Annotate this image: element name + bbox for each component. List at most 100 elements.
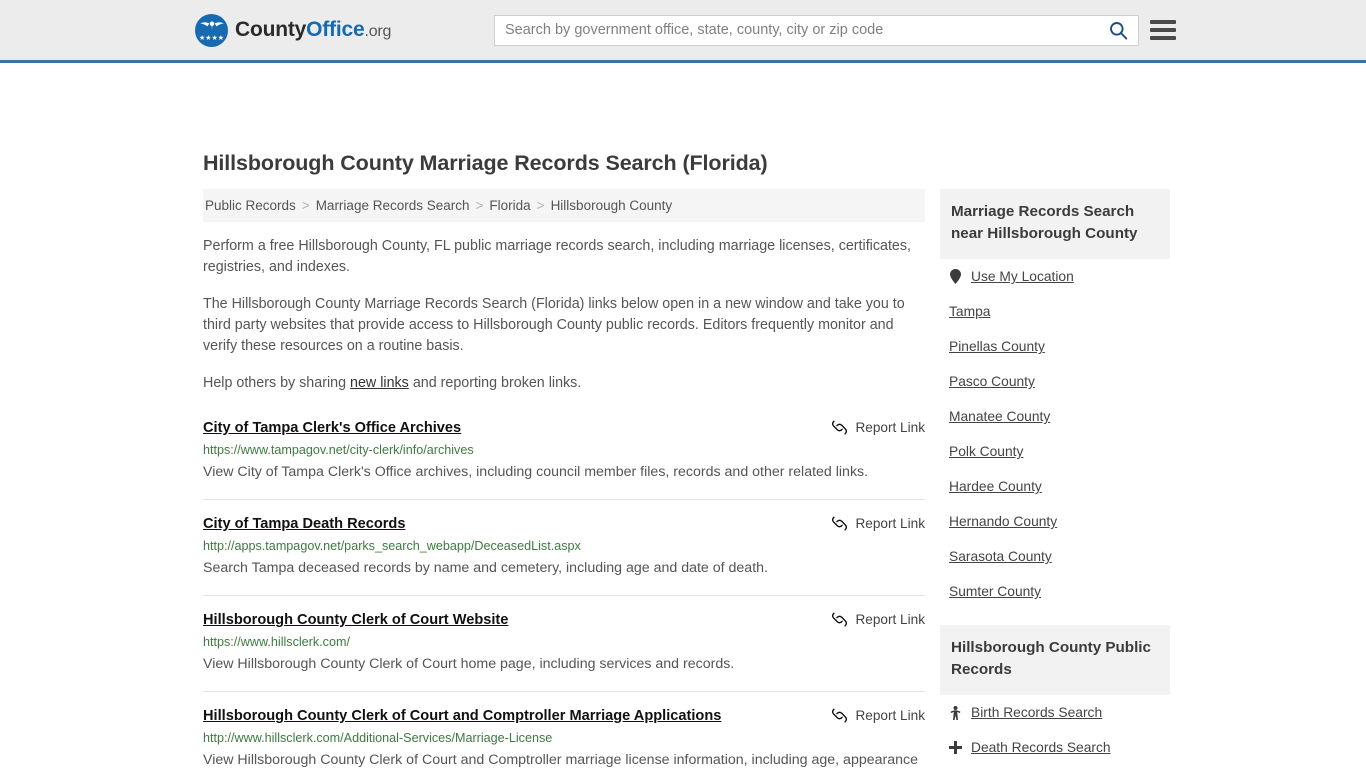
- result-header: Hillsborough County Clerk of Court and C…: [203, 706, 925, 726]
- sidebar-item-sumter-county[interactable]: Sumter County: [949, 584, 1170, 599]
- sidebar-panel-nearby: Marriage Records Search near Hillsboroug…: [940, 189, 1170, 603]
- sidebar-item-polk-county[interactable]: Polk County: [949, 444, 1170, 459]
- intro-paragraph-3: Help others by sharing new links and rep…: [203, 373, 925, 394]
- eagle-shield-logo-icon: ★★★★: [195, 13, 228, 47]
- sidebar-nearby-links: Use My Location Tampa Pinellas County Pa…: [940, 259, 1170, 603]
- logo-text-office: Office: [306, 18, 365, 41]
- sidebar-item-hernando-county[interactable]: Hernando County: [949, 514, 1170, 529]
- sidebar-item-label: Polk County: [949, 444, 1024, 459]
- main-content-column: Public Records > Marriage Records Search…: [203, 189, 925, 768]
- search-submit-button[interactable]: [1098, 16, 1138, 45]
- result-url: http://apps.tampagov.net/parks_search_we…: [203, 539, 581, 553]
- sidebar-item-label: Tampa: [949, 304, 991, 319]
- baby-icon: [949, 705, 962, 720]
- site-header: ★★★★ CountyOffice.org: [0, 0, 1366, 63]
- cross-plus-icon: [949, 741, 962, 754]
- sidebar-item-label: Death Records Search: [971, 740, 1111, 755]
- breadcrumb-item-public-records[interactable]: Public Records: [205, 198, 296, 213]
- sidebar-item-tampa[interactable]: Tampa: [949, 304, 1170, 319]
- result-item: City of Tampa Clerk's Office Archives Re…: [203, 416, 925, 500]
- intro-p3-prefix: Help others by sharing: [203, 375, 351, 391]
- sidebar-item-label: Manatee County: [949, 409, 1051, 424]
- results-list: City of Tampa Clerk's Office Archives Re…: [203, 416, 925, 768]
- sidebar-item-label: Sarasota County: [949, 549, 1052, 564]
- report-link-label: Report Link: [855, 420, 925, 435]
- sidebar-panel-nearby-title: Marriage Records Search near Hillsboroug…: [940, 189, 1170, 259]
- broken-link-icon: [832, 516, 848, 531]
- sidebar-panel-public-records: Hillsborough County Public Records Birth…: [940, 625, 1170, 768]
- breadcrumb-separator: >: [536, 198, 545, 213]
- result-description: View City of Tampa Clerk's Office archiv…: [203, 464, 869, 480]
- hamburger-bar: [1150, 36, 1176, 40]
- intro-paragraph-1: Perform a free Hillsborough County, FL p…: [203, 238, 911, 275]
- broken-link-icon: [832, 420, 848, 435]
- breadcrumb-item-florida[interactable]: Florida: [489, 198, 530, 213]
- search-bar: [494, 14, 1139, 46]
- result-header: City of Tampa Clerk's Office Archives Re…: [203, 418, 925, 438]
- sidebar-item-label: Use My Location: [971, 269, 1074, 284]
- sidebar-public-records-links: Birth Records Search Death Records Searc…: [940, 695, 1170, 768]
- map-pin-icon: [949, 269, 962, 284]
- result-description: View Hillsborough County Clerk of Court …: [203, 656, 735, 672]
- sidebar-item-label: Hardee County: [949, 479, 1042, 494]
- logo-text-county: County: [235, 18, 307, 41]
- report-link-label: Report Link: [855, 708, 925, 723]
- new-links-link[interactable]: new links: [350, 375, 409, 391]
- result-title-link[interactable]: City of Tampa Clerk's Office Archives: [203, 418, 461, 438]
- sidebar-item-hardee-county[interactable]: Hardee County: [949, 479, 1170, 494]
- sidebar-item-pinellas-county[interactable]: Pinellas County: [949, 339, 1170, 354]
- logo-wordmark: CountyOffice.org: [235, 18, 391, 42]
- site-logo[interactable]: ★★★★ CountyOffice.org: [195, 13, 391, 47]
- report-link-button[interactable]: Report Link: [831, 418, 925, 436]
- sidebar-item-use-my-location[interactable]: Use My Location: [949, 269, 1170, 284]
- sidebar-item-birth-records-search[interactable]: Birth Records Search: [949, 705, 1170, 720]
- result-title-link[interactable]: Hillsborough County Clerk of Court and C…: [203, 706, 721, 726]
- result-description: View Hillsborough County Clerk of Court …: [203, 752, 918, 768]
- breadcrumb: Public Records > Marriage Records Search…: [203, 189, 925, 222]
- report-link-button[interactable]: Report Link: [831, 706, 925, 724]
- report-link-button[interactable]: Report Link: [831, 514, 925, 532]
- search-icon: [1109, 21, 1127, 40]
- breadcrumb-separator: >: [301, 198, 310, 213]
- report-link-button[interactable]: Report Link: [831, 610, 925, 628]
- sidebar-panel-public-records-title: Hillsborough County Public Records: [940, 625, 1170, 695]
- sidebar-item-label: Birth Records Search: [971, 705, 1103, 720]
- hamburger-menu-icon[interactable]: [1150, 20, 1176, 40]
- hamburger-bar: [1150, 20, 1176, 24]
- page-title: Hillsborough County Marriage Records Sea…: [203, 151, 768, 175]
- intro-p3-suffix: and reporting broken links.: [408, 375, 582, 391]
- result-header: Hillsborough County Clerk of Court Websi…: [203, 610, 925, 630]
- report-link-label: Report Link: [855, 516, 925, 531]
- result-description: Search Tampa deceased records by name an…: [203, 560, 768, 576]
- result-url: https://www.tampagov.net/city-clerk/info…: [203, 443, 474, 457]
- sidebar-item-sarasota-county[interactable]: Sarasota County: [949, 549, 1170, 564]
- result-url: https://www.hillsclerk.com/: [203, 635, 350, 649]
- result-header: City of Tampa Death Records Report Link: [203, 514, 925, 534]
- hamburger-bar: [1150, 28, 1176, 32]
- breadcrumb-item-hillsborough-county: Hillsborough County: [550, 198, 673, 213]
- sidebar-item-pasco-county[interactable]: Pasco County: [949, 374, 1170, 389]
- result-item: Hillsborough County Clerk of Court and C…: [203, 706, 925, 768]
- intro-text: Perform a free Hillsborough County, FL p…: [203, 236, 925, 394]
- result-title-link[interactable]: City of Tampa Death Records: [203, 514, 405, 534]
- sidebar-item-death-records-search[interactable]: Death Records Search: [949, 740, 1170, 755]
- sidebar-item-label: Pasco County: [949, 374, 1035, 389]
- logo-text-org: .org: [364, 23, 392, 40]
- sidebar-item-label: Sumter County: [949, 584, 1042, 599]
- sidebar-item-manatee-county[interactable]: Manatee County: [949, 409, 1170, 424]
- search-input[interactable]: [495, 15, 1098, 45]
- sidebar-item-label: Hernando County: [949, 514, 1058, 529]
- result-url: http://www.hillsclerk.com/Additional-Ser…: [203, 731, 553, 745]
- sidebar: Marriage Records Search near Hillsboroug…: [940, 189, 1170, 768]
- breadcrumb-item-marriage-records-search[interactable]: Marriage Records Search: [316, 198, 470, 213]
- sidebar-item-label: Pinellas County: [949, 339, 1045, 354]
- intro-paragraph-2: The Hillsborough County Marriage Records…: [203, 296, 905, 354]
- eagle-wings-shape: [199, 21, 224, 29]
- result-item: City of Tampa Death Records Report Link …: [203, 514, 925, 596]
- result-title-link[interactable]: Hillsborough County Clerk of Court Websi…: [203, 610, 508, 630]
- report-link-label: Report Link: [855, 612, 925, 627]
- logo-stars: ★★★★: [198, 34, 225, 42]
- broken-link-icon: [832, 612, 848, 627]
- breadcrumb-separator: >: [475, 198, 484, 213]
- result-item: Hillsborough County Clerk of Court Websi…: [203, 610, 925, 692]
